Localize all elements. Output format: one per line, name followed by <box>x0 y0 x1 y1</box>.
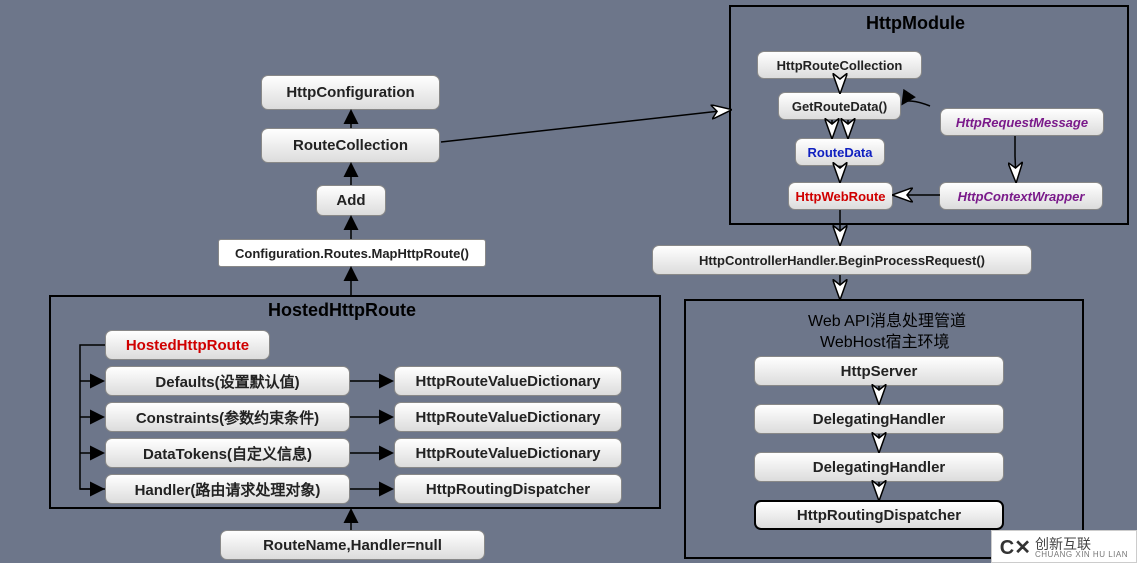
box-begin-process: HttpControllerHandler.BeginProcessReques… <box>652 245 1032 275</box>
label: HostedHttpRoute <box>268 300 416 320</box>
frame-title-http-module: HttpModule <box>866 13 965 34</box>
label: HttpRouteCollection <box>777 58 903 73</box>
label: HttpRouteValueDictionary <box>415 409 600 426</box>
logo-sub: CHUANG XIN HU LIAN <box>1035 551 1128 559</box>
label: HttpServer <box>841 363 918 380</box>
label: HttpModule <box>866 13 965 33</box>
label: HttpRouteValueDictionary <box>415 445 600 462</box>
box-dict-2: HttpRouteValueDictionary <box>394 402 622 432</box>
label: HttpControllerHandler.BeginProcessReques… <box>699 253 985 268</box>
label: Configuration.Routes.MapHttpRoute() <box>235 246 469 261</box>
label: HostedHttpRoute <box>126 337 249 354</box>
box-dict-3: HttpRouteValueDictionary <box>394 438 622 468</box>
box-http-context-wrapper: HttpContextWrapper <box>939 182 1103 210</box>
box-delegating-1: DelegatingHandler <box>754 404 1004 434</box>
box-http-web-route: HttpWebRoute <box>788 182 893 210</box>
label: DelegatingHandler <box>813 459 946 476</box>
label: HttpWebRoute <box>795 189 885 204</box>
box-route-data: RouteData <box>795 138 885 166</box>
label: Handler(路由请求处理对象) <box>135 479 321 500</box>
box-route-collection: RouteCollection <box>261 128 440 163</box>
box-http-route-collection: HttpRouteCollection <box>757 51 922 79</box>
box-dispatcher-left: HttpRoutingDispatcher <box>394 474 622 504</box>
frame-title-hosted: HostedHttpRoute <box>268 300 416 321</box>
label: WebHost宿主环境 <box>820 334 950 351</box>
box-dispatcher-right: HttpRoutingDispatcher <box>754 500 1004 530</box>
box-data-tokens: DataTokens(自定义信息) <box>105 438 350 468</box>
label: RouteCollection <box>293 137 408 154</box>
box-http-configuration: HttpConfiguration <box>261 75 440 110</box>
box-route-name: RouteName,Handler=null <box>220 530 485 560</box>
box-http-request-message: HttpRequestMessage <box>940 108 1104 136</box>
label: HttpRouteValueDictionary <box>415 373 600 390</box>
label: HttpContextWrapper <box>958 189 1085 204</box>
watermark-logo: C✕ 创新互联 CHUANG XIN HU LIAN <box>991 530 1137 563</box>
box-defaults: Defaults(设置默认值) <box>105 366 350 396</box>
frame-title-pipeline-2: WebHost宿主环境 <box>820 328 950 352</box>
box-delegating-2: DelegatingHandler <box>754 452 1004 482</box>
label: HttpRoutingDispatcher <box>797 507 961 524</box>
label: DataTokens(自定义信息) <box>143 443 312 464</box>
label: DelegatingHandler <box>813 411 946 428</box>
label: GetRouteData() <box>792 99 887 114</box>
label: Constraints(参数约束条件) <box>136 407 319 428</box>
box-dict-1: HttpRouteValueDictionary <box>394 366 622 396</box>
label: HttpRoutingDispatcher <box>426 481 590 498</box>
label: RouteName,Handler=null <box>263 537 442 554</box>
label: HttpConfiguration <box>286 84 414 101</box>
label: Add <box>336 192 365 209</box>
label: RouteData <box>807 145 872 160</box>
box-constraints: Constraints(参数约束条件) <box>105 402 350 432</box>
box-hosted-http-route: HostedHttpRoute <box>105 330 270 360</box>
logo-brand: 创新互联 <box>1035 537 1128 551</box>
label: HttpRequestMessage <box>956 115 1088 130</box>
box-get-route-data: GetRouteData() <box>778 92 901 120</box>
label: Defaults(设置默认值) <box>155 371 299 392</box>
logo-icon: C✕ <box>1000 535 1031 560</box>
box-handler: Handler(路由请求处理对象) <box>105 474 350 504</box>
box-http-server: HttpServer <box>754 356 1004 386</box>
box-add: Add <box>316 185 386 216</box>
box-map-http-route: Configuration.Routes.MapHttpRoute() <box>218 239 486 267</box>
